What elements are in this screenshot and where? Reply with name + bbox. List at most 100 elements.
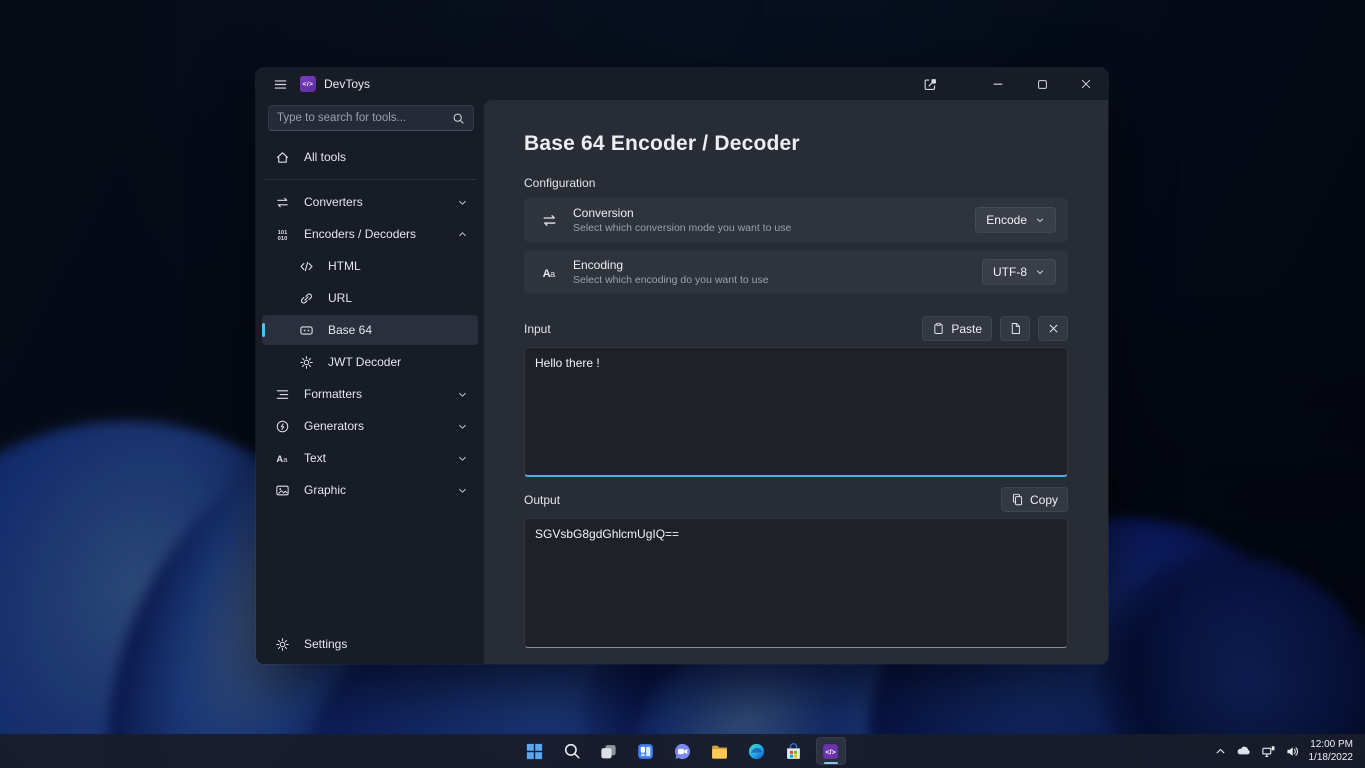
search-icon xyxy=(564,743,580,759)
volume-icon[interactable] xyxy=(1285,744,1300,759)
file-explorer-button[interactable] xyxy=(705,737,735,765)
page-title: Base 64 Encoder / Decoder xyxy=(524,132,800,155)
clear-x-icon xyxy=(1047,322,1060,335)
encoding-value: UTF-8 xyxy=(993,265,1027,279)
sidebar-item-formatters[interactable]: Formatters xyxy=(262,379,478,409)
system-tray: 12:00 PM 1/18/2022 xyxy=(1214,738,1365,764)
text-icon: Aa xyxy=(274,450,290,466)
sidebar-item-settings[interactable]: Settings xyxy=(262,629,478,659)
task-view-icon xyxy=(601,744,616,758)
sidebar-item-generators[interactable]: Generators xyxy=(262,411,478,441)
sidebar-item-all-tools[interactable]: All tools xyxy=(262,142,478,172)
sidebar-item-label: URL xyxy=(328,291,353,305)
conversion-mode-dropdown[interactable]: Encode xyxy=(975,207,1056,233)
sidebar-item-label: Formatters xyxy=(304,387,363,401)
edge-icon xyxy=(748,743,765,759)
sidebar-item-label: Text xyxy=(304,451,327,465)
selection-indicator xyxy=(262,323,265,337)
configuration-label: Configuration xyxy=(524,176,596,190)
devtoys-icon: </> xyxy=(823,743,838,759)
svg-text:101: 101 xyxy=(277,229,287,235)
swap-arrows-icon xyxy=(532,212,566,229)
sidebar-item-label: All tools xyxy=(304,150,347,164)
titlebar: </> DevToys xyxy=(256,68,1108,100)
sidebar-nav: All tools Converters 101 010 Encoders / … xyxy=(256,141,484,660)
widgets-button[interactable] xyxy=(631,737,661,765)
devtoys-taskbar-button[interactable]: </> xyxy=(815,737,846,765)
tray-chevron-up-icon[interactable] xyxy=(1214,745,1227,758)
sidebar-item-label: Generators xyxy=(304,419,365,433)
maximize-button[interactable] xyxy=(1020,69,1064,99)
link-icon xyxy=(298,290,314,306)
svg-text:010: 010 xyxy=(277,235,287,241)
taskbar-clock[interactable]: 12:00 PM 1/18/2022 xyxy=(1309,738,1354,764)
gear-icon xyxy=(298,354,314,370)
sidebar-item-label: HTML xyxy=(328,259,361,273)
open-file-button[interactable] xyxy=(1000,316,1030,341)
store-button[interactable] xyxy=(779,737,809,765)
chevron-down-icon xyxy=(1035,215,1045,225)
sidebar-item-jwt-decoder[interactable]: JWT Decoder xyxy=(262,347,478,377)
tool-search-box[interactable] xyxy=(268,105,474,131)
task-view-button[interactable] xyxy=(594,737,624,765)
copy-icon xyxy=(1011,493,1024,506)
encoding-setting-card: Aa Encoding Select which encoding do you… xyxy=(524,250,1068,294)
setting-title: Conversion xyxy=(573,206,634,220)
svg-text:a: a xyxy=(550,268,556,278)
sidebar-item-url[interactable]: URL xyxy=(262,283,478,313)
setting-description: Select which encoding do you want to use xyxy=(573,274,769,286)
clear-input-button[interactable] xyxy=(1038,316,1068,341)
generator-icon xyxy=(274,418,290,434)
hamburger-menu-button[interactable] xyxy=(266,71,294,97)
main-content: Base 64 Encoder / Decoder Configuration … xyxy=(484,100,1108,664)
format-lines-icon xyxy=(274,386,290,402)
sidebar: All tools Converters 101010 xyxy=(256,100,484,664)
sidebar-item-label: JWT Decoder xyxy=(328,355,402,369)
settings-gear-icon xyxy=(274,636,290,652)
chevron-down-icon xyxy=(457,421,468,432)
file-icon xyxy=(1009,322,1022,335)
paste-button[interactable]: Paste xyxy=(922,316,992,341)
home-icon xyxy=(274,149,290,165)
sidebar-item-html[interactable]: HTML xyxy=(262,251,478,281)
sidebar-item-converters[interactable]: Converters xyxy=(262,187,478,217)
devtoys-logo-icon: </> xyxy=(300,76,316,92)
sidebar-item-graphic[interactable]: Graphic xyxy=(262,475,478,505)
close-button[interactable] xyxy=(1064,69,1108,99)
output-textarea[interactable]: SGVsbG8gdGhlcmUgIQ== xyxy=(524,518,1068,648)
chevron-down-icon xyxy=(457,485,468,496)
onedrive-cloud-icon[interactable] xyxy=(1236,743,1252,759)
paste-button-label: Paste xyxy=(951,321,982,336)
svg-text:a: a xyxy=(283,455,288,464)
chevron-down-icon xyxy=(457,197,468,208)
network-icon[interactable] xyxy=(1261,744,1276,759)
file-explorer-icon xyxy=(712,745,727,759)
search-input[interactable] xyxy=(277,112,452,124)
sidebar-separator xyxy=(264,179,476,180)
input-textarea[interactable]: Hello there ! xyxy=(524,347,1068,477)
start-button[interactable] xyxy=(520,737,550,765)
sidebar-item-text[interactable]: Aa Text xyxy=(262,443,478,473)
encoding-aa-icon: Aa xyxy=(532,264,566,281)
conversion-mode-value: Encode xyxy=(986,213,1027,227)
svg-text:</>: </> xyxy=(825,748,835,756)
sidebar-item-encoders-decoders[interactable]: 101 010 Encoders / Decoders xyxy=(262,219,478,249)
minimize-button[interactable] xyxy=(976,69,1020,99)
setting-description: Select which conversion mode you want to… xyxy=(573,222,792,234)
base64-icon xyxy=(298,322,314,338)
chat-button[interactable] xyxy=(668,737,698,765)
sidebar-item-label: Base 64 xyxy=(328,323,373,337)
encoding-dropdown[interactable]: UTF-8 xyxy=(982,259,1056,285)
chat-icon xyxy=(675,743,691,759)
sidebar-item-label: Settings xyxy=(304,637,348,651)
image-icon xyxy=(274,482,290,498)
taskbar-search-button[interactable] xyxy=(557,737,587,765)
copy-button[interactable]: Copy xyxy=(1000,487,1068,512)
compact-overlay-button[interactable] xyxy=(908,69,952,99)
edge-button[interactable] xyxy=(742,737,772,765)
minimize-icon xyxy=(993,83,1003,85)
sidebar-item-base64[interactable]: Base 64 xyxy=(262,315,478,345)
app-title: DevToys xyxy=(324,77,371,91)
clipboard-icon xyxy=(932,322,945,335)
code-icon xyxy=(298,258,314,274)
